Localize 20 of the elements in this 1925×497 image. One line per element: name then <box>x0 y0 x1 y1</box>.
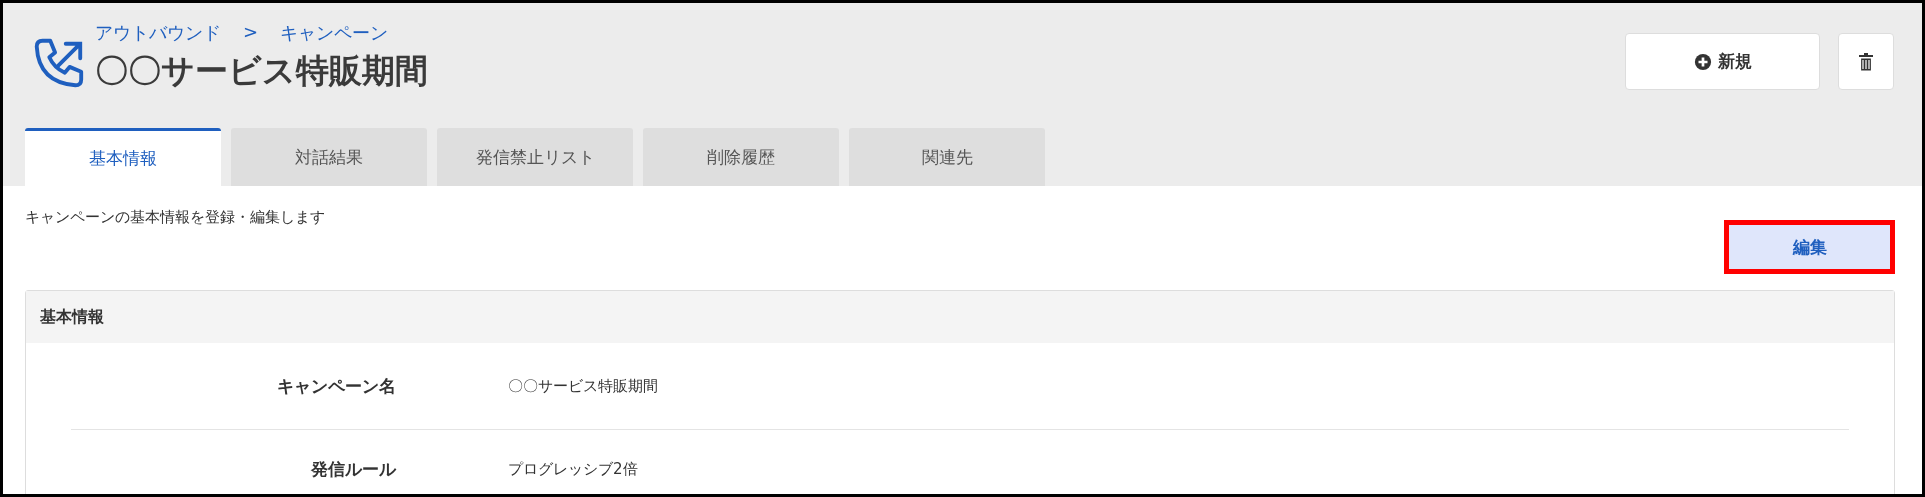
tab[interactable]: 基本情報 <box>25 128 221 186</box>
page-title: 〇〇サービス特販期間 <box>95 50 428 92</box>
tab[interactable]: 関連先 <box>849 128 1045 186</box>
breadcrumb-separator: > <box>243 21 259 44</box>
field-value: プログレッシブ2倍 <box>508 459 638 479</box>
card-title: 基本情報 <box>40 306 104 328</box>
field-value: 〇〇サービス特販期間 <box>508 376 658 396</box>
field-label: キャンペーン名 <box>276 374 396 398</box>
tab[interactable]: 削除履歴 <box>643 128 839 186</box>
tab[interactable]: 対話結果 <box>231 128 427 186</box>
plus-circle-icon <box>1693 52 1712 71</box>
description-text: キャンペーンの基本情報を登録・編集します <box>25 208 325 227</box>
breadcrumb-link[interactable]: キャンペーン <box>280 21 389 45</box>
field-label: 発信ルール <box>310 457 396 481</box>
breadcrumb-link[interactable]: アウトバウンド <box>95 21 221 45</box>
delete-button[interactable] <box>1838 33 1894 90</box>
trash-icon <box>1858 52 1874 71</box>
edit-button[interactable]: 編集 <box>1724 220 1895 274</box>
tab[interactable]: 発信禁止リスト <box>437 128 633 186</box>
new-button[interactable]: 新規 <box>1625 33 1820 90</box>
